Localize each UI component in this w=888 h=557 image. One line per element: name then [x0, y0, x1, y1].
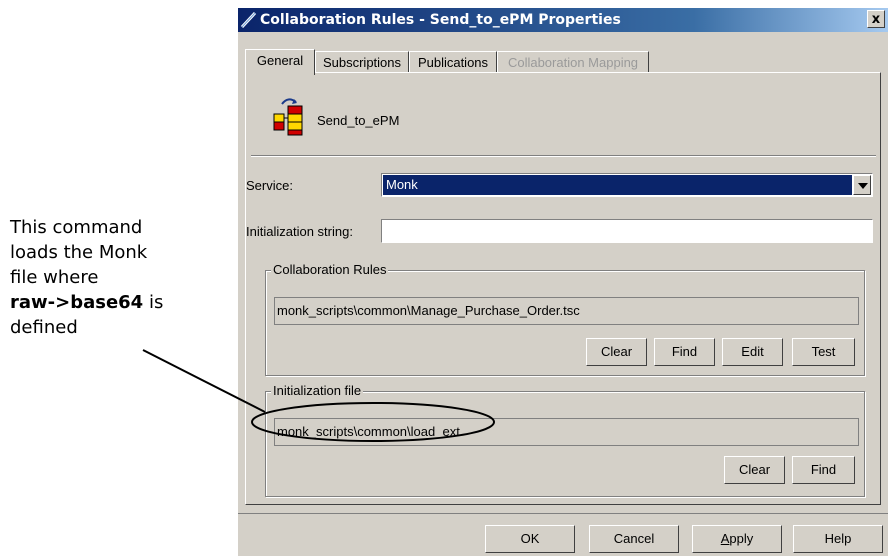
collaboration-rule-icon	[240, 11, 257, 29]
help-button[interactable]: Help	[793, 525, 883, 553]
collab-edit-button[interactable]: Edit	[722, 338, 783, 366]
init-clear-button[interactable]: Clear	[724, 456, 785, 484]
collaboration-name: Send_to_ePM	[317, 113, 400, 128]
collab-find-button[interactable]: Find	[654, 338, 715, 366]
cancel-button[interactable]: Cancel	[589, 525, 679, 553]
collaboration-rules-group-title: Collaboration Rules	[271, 262, 389, 277]
chevron-down-icon[interactable]	[853, 175, 871, 195]
apply-button[interactable]: Apply	[692, 525, 782, 553]
init-string-input[interactable]	[381, 219, 873, 243]
window-title: Collaboration Rules - Send_to_ePM Proper…	[260, 12, 621, 28]
annotation-callout: This command loads the Monk file where r…	[10, 215, 210, 340]
tab-publications[interactable]: Publications	[409, 51, 497, 73]
callout-line-2: loads the Monk	[10, 242, 148, 263]
header-divider	[251, 155, 876, 157]
init-find-button[interactable]: Find	[792, 456, 855, 484]
collaboration-rules-group: Collaboration Rules monk_scripts\common\…	[265, 262, 865, 376]
tab-general[interactable]: General	[245, 49, 315, 75]
callout-line-4: raw->base64 is	[10, 290, 210, 315]
callout-function-name: raw->base64	[10, 292, 144, 313]
initialization-file-path: monk_scripts\common\load_ext	[274, 418, 859, 446]
collaboration-icon	[273, 98, 303, 136]
service-label: Service:	[246, 178, 293, 193]
ok-button[interactable]: OK	[485, 525, 575, 553]
properties-dialog: Collaboration Rules - Send_to_ePM Proper…	[237, 7, 888, 556]
collab-clear-button[interactable]: Clear	[586, 338, 647, 366]
collab-test-button[interactable]: Test	[792, 338, 855, 366]
callout-is: is	[143, 292, 164, 313]
tab-collaboration-mapping: Collaboration Mapping	[497, 51, 649, 73]
initialization-file-group-title: Initialization file	[271, 383, 364, 398]
close-icon[interactable]: x	[867, 10, 885, 28]
tab-subscriptions[interactable]: Subscriptions	[315, 51, 409, 73]
service-select[interactable]: Monk	[381, 173, 873, 197]
callout-line-1: This command	[10, 217, 143, 238]
callout-line-3: file where	[10, 267, 99, 288]
apply-label-rest: pply	[729, 531, 754, 546]
init-string-label: Initialization string:	[246, 224, 353, 239]
footer-divider	[238, 513, 888, 514]
initialization-file-group: Initialization file monk_scripts\common\…	[265, 383, 865, 497]
service-selected-value: Monk	[383, 175, 852, 195]
collaboration-rules-path: monk_scripts\common\Manage_Purchase_Orde…	[274, 297, 859, 325]
title-bar[interactable]: Collaboration Rules - Send_to_ePM Proper…	[238, 8, 888, 32]
callout-line-5: defined	[10, 317, 78, 338]
